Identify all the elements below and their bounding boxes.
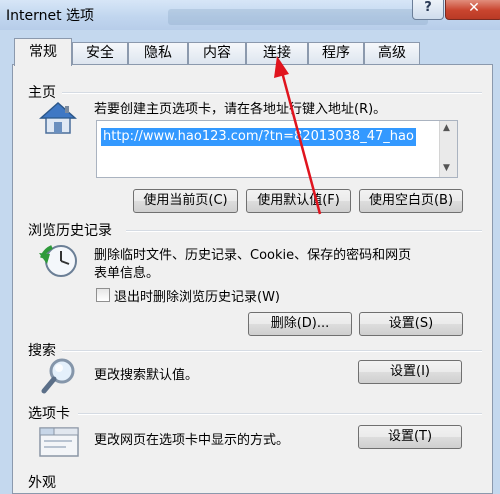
annotation-arrow-icon [274, 56, 322, 215]
section-divider [78, 413, 482, 415]
homepage-url-value: http://www.hao123.com/?tn=82013038_47_ha… [101, 128, 416, 146]
close-button[interactable]: ✕ [445, 0, 500, 20]
background-window-ghost [168, 9, 428, 25]
tab-general[interactable]: 常规 [14, 38, 72, 66]
delete-history-button[interactable]: 删除(D)... [248, 312, 352, 336]
tabbed-window-icon [39, 427, 79, 457]
homepage-section-title: 主页 [28, 85, 56, 101]
window-title: Internet 选项 [6, 8, 95, 24]
house-icon [39, 101, 77, 134]
scroll-down-icon[interactable]: ▼ [443, 163, 450, 173]
help-button[interactable]: ? [412, 0, 444, 20]
scroll-up-icon[interactable]: ▲ [443, 123, 450, 133]
homepage-instruction: 若要创建主页选项卡，请在各地址行键入地址(R)。 [94, 102, 387, 117]
tab-strip: 常规 安全 隐私 内容 连接 程序 高级 [14, 38, 494, 66]
tabs-description: 更改网页在选项卡中显示的方式。 [94, 433, 290, 448]
history-description-line2: 表单信息。 [94, 266, 160, 281]
search-settings-button[interactable]: 设置(I) [358, 360, 462, 384]
tab-advanced[interactable]: 高级 [364, 42, 420, 64]
history-settings-button[interactable]: 设置(S) [359, 312, 463, 336]
delete-on-exit-label[interactable]: 退出时删除浏览历史记录(W) [114, 286, 280, 305]
tab-privacy[interactable]: 隐私 [128, 42, 188, 64]
clock-refresh-icon [39, 245, 77, 277]
section-divider [126, 230, 482, 232]
url-scrollbar[interactable]: ▲ ▼ [439, 121, 457, 177]
tab-content[interactable]: 内容 [188, 42, 246, 64]
appearance-section-title: 外观 [28, 475, 56, 491]
title-bar: Internet 选项 ? ✕ [0, 0, 500, 30]
use-blank-button[interactable]: 使用空白页(B) [359, 189, 463, 213]
tabs-section-title: 选项卡 [28, 406, 70, 422]
tabs-settings-button[interactable]: 设置(T) [358, 425, 462, 449]
use-current-button[interactable]: 使用当前页(C) [133, 189, 238, 213]
search-description: 更改搜索默认值。 [94, 368, 199, 383]
history-section-title: 浏览历史记录 [28, 223, 112, 239]
history-description-line1: 删除临时文件、历史记录、Cookie、保存的密码和网页 [94, 248, 412, 263]
delete-on-exit-checkbox[interactable] [96, 288, 110, 302]
tab-security[interactable]: 安全 [72, 42, 128, 64]
magnifier-icon [41, 358, 75, 394]
section-divider [62, 350, 482, 352]
